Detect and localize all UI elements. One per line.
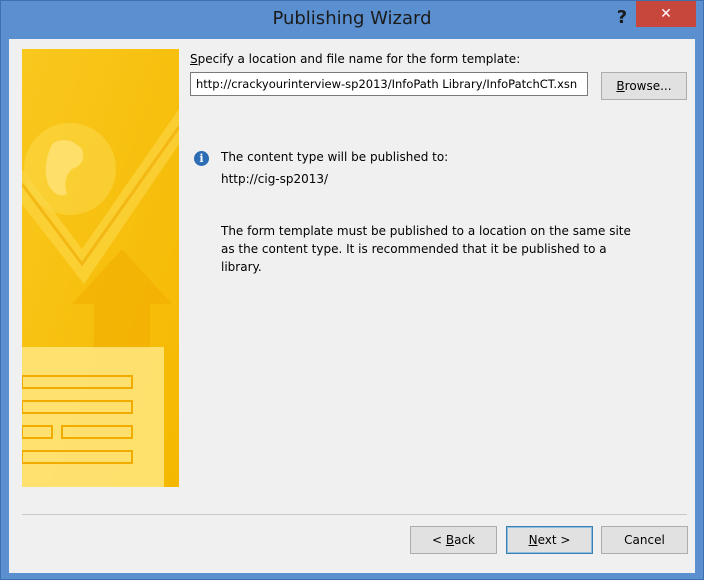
back-button[interactable]: < Back	[410, 526, 497, 554]
cancel-button[interactable]: Cancel	[601, 526, 688, 554]
browse-button[interactable]: Browse...	[601, 72, 687, 100]
info-line-1: The content type will be published to:	[221, 150, 449, 164]
location-label-text: pecify a location and file name for the …	[197, 52, 521, 66]
window-title: Publishing Wizard	[272, 8, 432, 29]
location-label-accel: S	[190, 52, 198, 66]
info-icon: i	[194, 151, 209, 166]
content-type-url: http://cig-sp2013/	[221, 172, 329, 186]
back-accel: B	[445, 533, 455, 547]
title-bar[interactable]: Publishing Wizard ? ✕	[1, 1, 703, 39]
wizard-body: Specify a location and file name for the…	[9, 39, 695, 573]
close-icon[interactable]: ✕	[636, 1, 696, 27]
next-label: ext >	[537, 533, 571, 547]
location-label: Specify a location and file name for the…	[190, 52, 520, 66]
location-input[interactable]: http://crackyourinterview-sp2013/InfoPat…	[190, 72, 588, 96]
wizard-banner-image	[22, 49, 179, 487]
footer-divider	[22, 514, 687, 515]
browse-accel: B	[616, 79, 625, 93]
next-accel: N	[528, 533, 538, 547]
back-prefix: <	[431, 533, 446, 547]
publishing-wizard-window: Publishing Wizard ? ✕ Specify a location…	[0, 0, 704, 580]
info-paragraph: The form template must be published to a…	[221, 224, 631, 274]
help-icon[interactable]: ?	[607, 5, 637, 31]
browse-label: rowse...	[624, 79, 672, 93]
back-label: ack	[454, 533, 475, 547]
next-button[interactable]: Next >	[506, 526, 593, 554]
